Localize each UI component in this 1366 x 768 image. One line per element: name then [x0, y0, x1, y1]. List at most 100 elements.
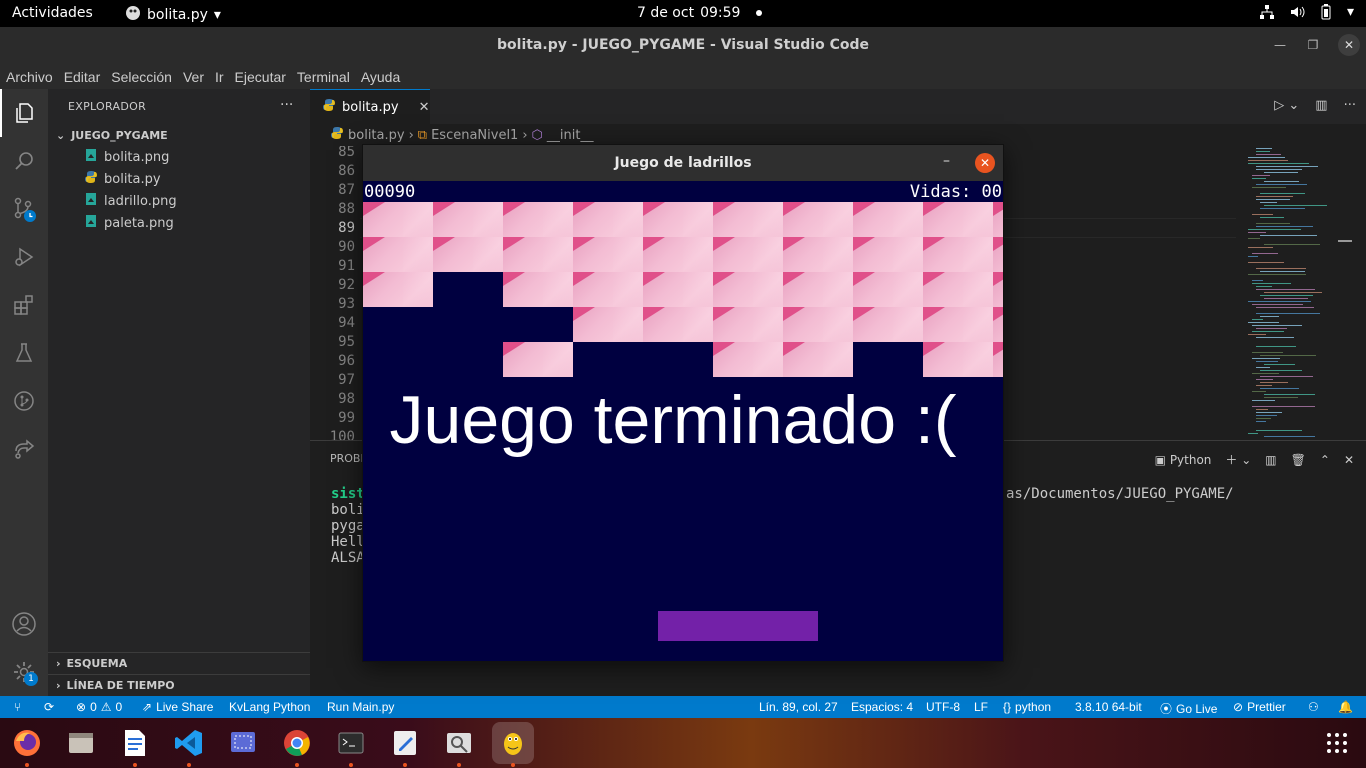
live-share-label: Live Share [156, 700, 214, 714]
minimap-slider[interactable] [1338, 240, 1352, 242]
more-actions-icon[interactable]: ··· [280, 97, 293, 113]
more-actions-icon[interactable]: ··· [1344, 98, 1356, 113]
brick [783, 307, 853, 342]
run-file-icon[interactable]: ▷ ⌄ [1274, 98, 1299, 113]
chrome-icon[interactable] [276, 722, 318, 767]
file-bolita-py[interactable]: bolita.py [84, 168, 161, 190]
line-number: 86 [338, 163, 355, 179]
system-tray[interactable]: ▾ [1259, 4, 1354, 20]
clock[interactable]: 7 de oct 09:59 [637, 5, 763, 21]
feedback-icon[interactable]: ⚇ [1308, 700, 1319, 714]
breadcrumb-method[interactable]: __init__ [547, 128, 594, 143]
language-status[interactable]: {} python [1003, 700, 1051, 714]
run-debug-icon[interactable] [0, 233, 48, 281]
tab-label: bolita.py [342, 99, 399, 115]
split-editor-icon[interactable]: ▥ [1315, 98, 1327, 113]
trash-icon[interactable]: 🗑 [1291, 453, 1306, 467]
minimap-line [1260, 271, 1305, 272]
live-share-status[interactable]: ⇗ Live Share [142, 700, 213, 714]
close-panel-icon[interactable]: ✕ [1344, 453, 1354, 467]
source-control-icon[interactable] [0, 185, 48, 233]
game-window[interactable]: Juego de ladrillos – ✕ 00090 Vidas: 00 J… [362, 144, 1004, 662]
breadcrumb: bolita.py › ⧉ EscenaNivel1 › ⬡ __init__ [310, 124, 1366, 146]
writer-icon[interactable] [114, 722, 156, 767]
minimap-line [1260, 388, 1299, 389]
cursor-position[interactable]: Lín. 89, col. 27 [759, 700, 838, 714]
explorer-icon[interactable] [0, 89, 48, 137]
vscode-icon[interactable] [168, 722, 210, 767]
close-tab-icon[interactable]: ✕ [419, 100, 430, 115]
check-icon: ⊘ [1233, 700, 1244, 714]
prettier-status[interactable]: ⊘ Prettier [1233, 700, 1286, 714]
file-bolita-png[interactable]: bolita.png [84, 146, 169, 168]
game-close-button[interactable]: ✕ [975, 153, 995, 173]
files-icon[interactable] [60, 722, 102, 764]
brick [923, 307, 993, 342]
close-button[interactable]: ✕ [1338, 34, 1360, 56]
accounts-icon[interactable] [0, 600, 48, 648]
menu-ver[interactable]: Ver [183, 69, 204, 85]
encoding-status[interactable]: UTF-8 [926, 700, 960, 714]
breadcrumb-file[interactable]: bolita.py [348, 128, 405, 143]
maximize-panel-icon[interactable]: ⌃ [1320, 453, 1330, 467]
problems-indicator[interactable]: ⊗ 0 ⚠ 0 [76, 700, 122, 714]
interpreter-status[interactable]: 3.8.10 64-bit [1075, 700, 1142, 714]
menu-seleccion[interactable]: Selección [111, 69, 172, 85]
settings-gear-icon[interactable]: 1 [0, 648, 48, 696]
extensions-icon[interactable] [0, 281, 48, 329]
search-icon[interactable] [0, 137, 48, 185]
minimap[interactable] [1244, 146, 1352, 440]
menu-ir[interactable]: Ir [215, 69, 224, 85]
outline-section[interactable]: › ESQUEMA [48, 652, 310, 674]
timeline-section[interactable]: › LÍNEA DE TIEMPO [48, 674, 310, 696]
app-menu[interactable]: bolita.py ▾ [125, 5, 221, 25]
brick [783, 202, 853, 237]
minimap-line [1252, 304, 1303, 305]
broadcast-icon: ⦿ [1160, 702, 1173, 716]
text-editor-icon[interactable] [384, 722, 426, 767]
class-icon: ⧉ [417, 127, 428, 143]
tab-bolita-py[interactable]: bolita.py ✕ [310, 89, 430, 124]
folder-juego-pygame[interactable]: ⌄ JUEGO_PYGAME [48, 124, 310, 146]
eol-status[interactable]: LF [974, 700, 988, 714]
breadcrumb-class[interactable]: EscenaNivel1 [431, 128, 518, 143]
git-graph-icon[interactable] [0, 377, 48, 425]
sync-icon[interactable]: ⟳ [44, 700, 54, 714]
kvlang-status[interactable]: KvLang Python [229, 700, 310, 714]
menu-ayuda[interactable]: Ayuda [361, 69, 400, 85]
file-ladrillo-png[interactable]: ladrillo.png [84, 190, 177, 212]
brick [503, 272, 573, 307]
maximize-button[interactable]: ❐ [1303, 35, 1323, 55]
game-minimize-button[interactable]: – [943, 153, 950, 169]
game-canvas[interactable]: 00090 Vidas: 00 Juego terminado :( [363, 181, 1003, 661]
terminal-icon[interactable] [330, 722, 372, 767]
live-share-icon[interactable] [0, 425, 48, 473]
terminal-kind[interactable]: ▣ Python [1155, 453, 1212, 467]
file-paleta-png[interactable]: paleta.png [84, 212, 174, 234]
minimap-line [1264, 244, 1320, 245]
menu-ejecutar[interactable]: Ejecutar [235, 69, 286, 85]
show-applications-icon[interactable] [1316, 722, 1358, 764]
remote-icon[interactable]: ⑂ [14, 700, 21, 714]
image-viewer-icon[interactable] [438, 722, 480, 767]
menu-archivo[interactable]: Archivo [6, 69, 53, 85]
minimap-line [1256, 226, 1313, 227]
testing-icon[interactable] [0, 329, 48, 377]
menu-editar[interactable]: Editar [64, 69, 101, 85]
brick [713, 272, 783, 307]
go-live-status[interactable]: ⦿ Go Live [1160, 700, 1217, 717]
new-terminal-icon[interactable]: ＋ ⌄ [1225, 451, 1251, 468]
activities-button[interactable]: Actividades [12, 5, 93, 21]
run-main-status[interactable]: Run Main.py [327, 700, 394, 714]
notifications-bell-icon[interactable]: 🔔 [1338, 700, 1353, 714]
screenshot-icon[interactable] [222, 722, 264, 764]
split-terminal-icon[interactable]: ▥ [1265, 453, 1276, 467]
line-number: 96 [338, 353, 355, 369]
firefox-icon[interactable] [6, 722, 48, 767]
minimap-line [1264, 205, 1327, 206]
minimize-button[interactable]: — [1270, 35, 1290, 55]
menu-terminal[interactable]: Terminal [297, 69, 350, 85]
indentation-status[interactable]: Espacios: 4 [851, 700, 913, 714]
pygame-icon[interactable] [492, 722, 534, 767]
minimap-line [1256, 385, 1272, 386]
